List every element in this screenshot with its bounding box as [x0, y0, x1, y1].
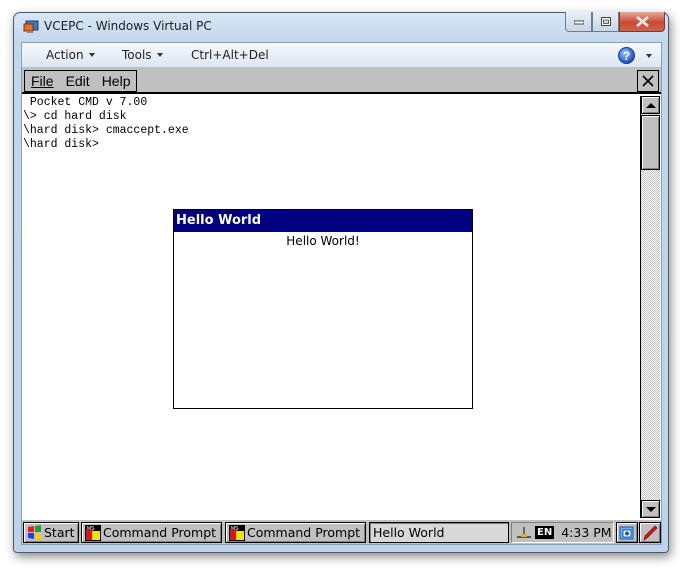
edit-menu-label: Edit [65, 73, 90, 89]
help-menu[interactable]: Help [102, 73, 131, 89]
input-panel-button[interactable] [639, 522, 661, 543]
file-menu-label: File [31, 73, 54, 89]
svg-text:MS: MS [87, 526, 95, 532]
desktop-icon [619, 526, 634, 539]
svg-text:MS: MS [231, 526, 239, 532]
close-icon [635, 16, 649, 27]
file-menu[interactable]: File [31, 73, 54, 89]
close-icon [642, 75, 654, 87]
scroll-down-button[interactable] [641, 500, 660, 518]
ctrl-alt-del-label: Ctrl+Alt+Del [191, 48, 269, 62]
taskbar-button-label: Command Prompt [247, 525, 361, 540]
tools-menu[interactable]: Tools [122, 48, 163, 62]
dialog-message: Hello World! [286, 234, 360, 248]
chevron-down-icon [88, 53, 95, 57]
title-bar[interactable]: VCEPC - Windows Virtual PC [14, 12, 668, 43]
clock[interactable]: 4:33 PM [561, 525, 611, 540]
arrow-up-icon [645, 102, 656, 108]
vertical-scrollbar[interactable] [640, 96, 660, 518]
close-button[interactable] [619, 12, 665, 32]
minimize-icon [573, 20, 584, 24]
help-chevron-down-icon[interactable] [646, 54, 652, 58]
ce-close-button[interactable] [637, 70, 659, 92]
console-line: Pocket CMD v 7.00 [23, 96, 148, 109]
windows-flag-icon [28, 525, 41, 540]
console-line: \hard disk> cmaccept.exe [23, 124, 189, 137]
virtual-pc-icon [23, 20, 39, 33]
system-tray: EN 4:33 PM [511, 522, 614, 543]
dialog-title[interactable]: Hello World [174, 210, 472, 232]
help-menu-label: Help [101, 73, 131, 89]
network-icon[interactable] [516, 526, 532, 540]
chevron-down-icon [156, 53, 163, 57]
tools-menu-label: Tools [122, 48, 152, 62]
maximize-icon [600, 17, 611, 26]
pen-icon [643, 525, 658, 541]
taskbar-button-label: Hello World [373, 525, 445, 540]
taskbar-button-label: Command Prompt [103, 525, 217, 540]
action-menu-label: Action [46, 48, 84, 62]
taskbar-button-command-prompt[interactable]: MS Command Prompt [81, 522, 222, 543]
action-menu[interactable]: Action [46, 48, 95, 62]
scroll-thumb[interactable] [641, 115, 660, 170]
ce-menu-group: File Edit Help [24, 70, 138, 92]
maximize-button[interactable] [592, 12, 619, 32]
hello-world-dialog: Hello World Hello World! [173, 209, 473, 409]
console-line: \hard disk> [23, 138, 99, 151]
client-area: Action Tools Ctrl+Alt+Del ? File Edit He… [21, 42, 662, 545]
desktop-switch-button[interactable] [616, 522, 638, 543]
ce-taskbar: Start MS Command Prompt MS Command Promp… [22, 519, 661, 544]
taskbar-button-hello-world[interactable]: Hello World [369, 522, 509, 543]
start-label: Start [44, 525, 75, 540]
ce-menubar: File Edit Help [22, 68, 661, 94]
help-icon[interactable]: ? [618, 47, 635, 64]
vpc-toolbar: Action Tools Ctrl+Alt+Del ? [22, 43, 661, 68]
edit-menu[interactable]: Edit [66, 73, 90, 89]
command-prompt-icon: MS [229, 524, 245, 541]
minimize-button[interactable] [565, 12, 592, 32]
ctrl-alt-del-button[interactable]: Ctrl+Alt+Del [191, 48, 269, 62]
arrow-down-icon [645, 506, 656, 512]
console-line: \> cd hard disk [23, 110, 127, 123]
command-prompt-icon: MS [85, 524, 101, 541]
start-button[interactable]: Start [23, 522, 79, 543]
taskbar-button-command-prompt[interactable]: MS Command Prompt [225, 522, 366, 543]
scroll-up-button[interactable] [641, 96, 660, 114]
language-indicator[interactable]: EN [535, 526, 555, 539]
window-title: VCEPC - Windows Virtual PC [44, 19, 212, 33]
vpc-window: VCEPC - Windows Virtual PC Action Tools [13, 12, 669, 553]
windows-ce-screen: File Edit Help Pocket CMD v 7.00 \> cd ha… [22, 68, 661, 544]
